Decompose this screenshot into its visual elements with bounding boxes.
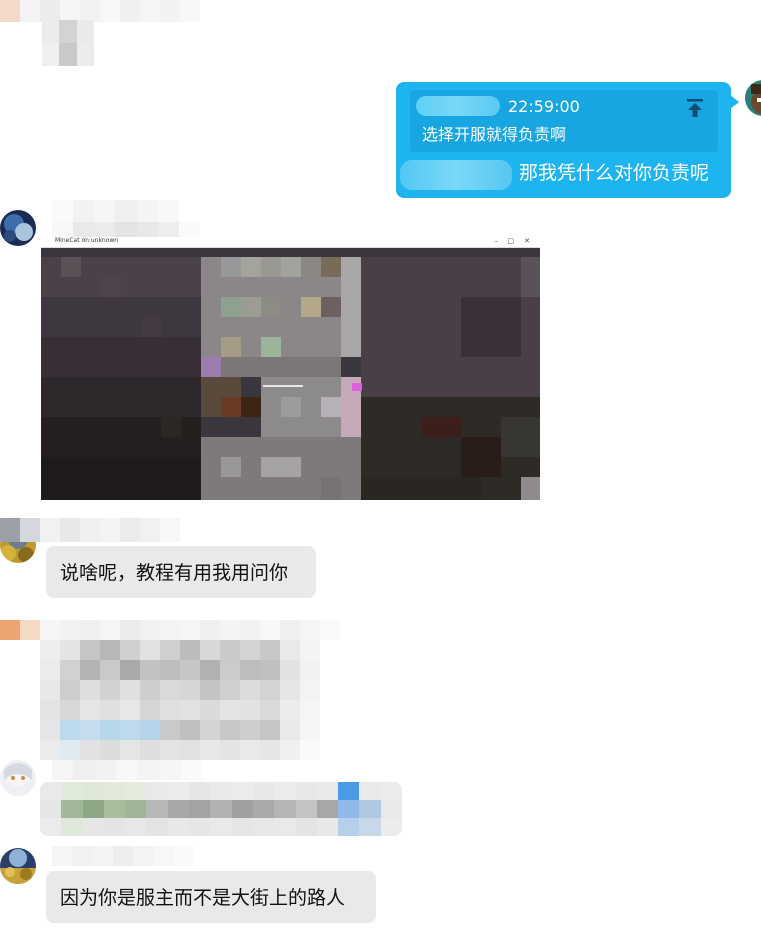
blurred-sender-name xyxy=(0,0,200,22)
screenshot-titlebar: MineCat on unknown – □ ✕ xyxy=(41,237,540,248)
blurred-message xyxy=(42,20,94,66)
sender-avatar-3[interactable] xyxy=(0,760,36,796)
message-text: 说啥呢，教程有用我用问你 xyxy=(60,562,289,584)
quote-text: 选择开服就得负责啊 xyxy=(422,125,567,144)
blurred-reply-message xyxy=(40,640,320,760)
blurred-sender-name xyxy=(0,620,340,640)
chat-window: 22:59:00 选择开服就得负责啊 那我凭什么对你负责呢 MineCat on… xyxy=(0,0,761,933)
blurred-sender-name xyxy=(0,518,180,542)
blurred-quote-sender xyxy=(416,96,500,116)
message-bubble-4[interactable] xyxy=(40,782,402,836)
maximize-icon: □ xyxy=(507,237,514,245)
my-message-text: 那我凭什么对你负责呢 xyxy=(519,162,710,184)
arrow-to-top-icon[interactable] xyxy=(686,98,704,118)
screenshot-mosaic xyxy=(41,237,540,500)
quote-timestamp: 22:59:00 xyxy=(508,97,580,116)
blurred-sender-name xyxy=(52,760,202,780)
message-bubble-5[interactable]: 因为你是服主而不是大街上的路人 xyxy=(46,871,376,923)
sender-avatar-1[interactable] xyxy=(0,210,36,246)
my-avatar[interactable] xyxy=(745,80,761,116)
close-icon: ✕ xyxy=(524,237,530,245)
sender-avatar-4[interactable] xyxy=(0,848,36,884)
blurred-message xyxy=(40,782,402,836)
blurred-mention xyxy=(400,160,512,190)
message-text: 因为你是服主而不是大街上的路人 xyxy=(60,887,346,909)
message-bubble-2[interactable]: 说啥呢，教程有用我用问你 xyxy=(46,546,316,598)
quoted-message[interactable]: 22:59:00 选择开服就得负责啊 xyxy=(410,90,718,152)
image-message[interactable]: MineCat on unknown – □ ✕ xyxy=(41,237,540,500)
my-message-bubble[interactable]: 22:59:00 选择开服就得负责啊 那我凭什么对你负责呢 xyxy=(396,82,731,198)
minimize-icon: – xyxy=(494,237,499,245)
blurred-sender-name xyxy=(52,846,194,866)
